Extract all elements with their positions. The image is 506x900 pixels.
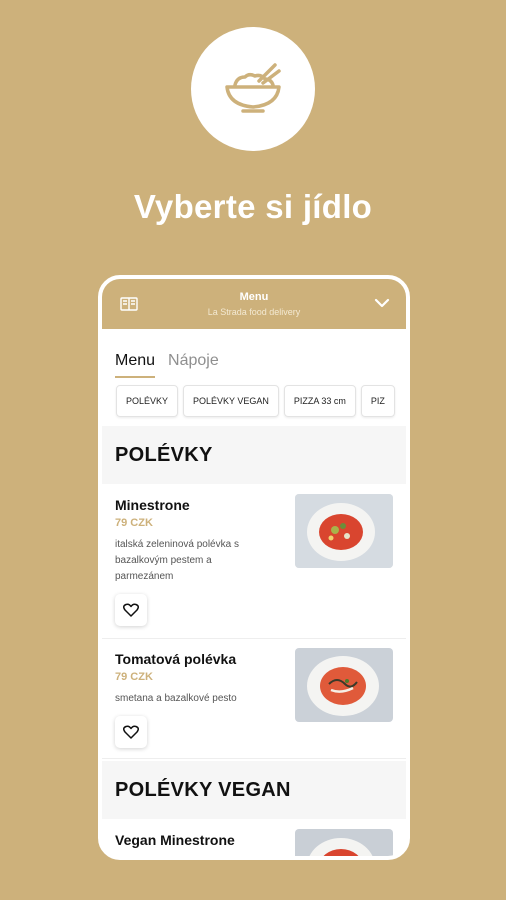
tab-menu[interactable]: Menu (115, 352, 156, 378)
dish-name: Tomatová polévka (115, 651, 237, 667)
dish-price: 79 CZK (115, 517, 153, 529)
tab-bar: Menu Nápoje (115, 352, 219, 378)
section-title: POLÉVKY (102, 426, 406, 484)
phone-screen: Menu La Strada food delivery Menu Nápoje… (98, 275, 410, 860)
heart-icon (123, 725, 139, 739)
list-item[interactable]: Vegan Minestrone (102, 819, 406, 856)
heart-icon (123, 603, 139, 617)
promo-headline: Vyberte si jídlo (133, 188, 373, 225)
dish-description: italská zeleninová polévka s bazalkovým … (115, 539, 239, 582)
dish-name: Minestrone (115, 497, 190, 513)
chip-category-pizza[interactable]: PIZZA 33 cm (283, 385, 356, 417)
logo-badge (191, 27, 315, 151)
dish-name: Vegan Minestrone (115, 832, 235, 848)
list-item[interactable]: Minestrone 79 CZK italská zeleninová pol… (102, 484, 406, 639)
favorite-button[interactable] (115, 716, 147, 748)
tab-drinks[interactable]: Nápoje (168, 352, 219, 378)
chevron-down-icon[interactable] (374, 297, 390, 309)
dish-photo (295, 494, 393, 568)
list-item[interactable]: Tomatová polévka 79 CZK smetana a bazalk… (102, 638, 406, 759)
header-title: Menu (239, 291, 269, 303)
favorite-button[interactable] (115, 594, 147, 626)
rice-bowl-icon (225, 63, 281, 113)
chip-category-pizza-more[interactable]: PIZ (360, 385, 395, 417)
chip-category-soups-vegan[interactable]: POLÉVKY VEGAN (183, 385, 279, 417)
dish-photo (295, 648, 393, 722)
category-chips: POLÉVKY POLÉVKY VEGAN PIZZA 33 cm PIZ (116, 385, 395, 417)
dish-photo (295, 829, 393, 856)
header-subtitle: La Strada food delivery (207, 307, 301, 317)
section-title: POLÉVKY VEGAN (102, 761, 406, 819)
app-header: Menu La Strada food delivery (102, 279, 406, 329)
dish-description: smetana a bazalkové pesto (115, 693, 237, 704)
dish-price: 79 CZK (115, 671, 153, 683)
chip-category-soups[interactable]: POLÉVKY (116, 385, 179, 417)
